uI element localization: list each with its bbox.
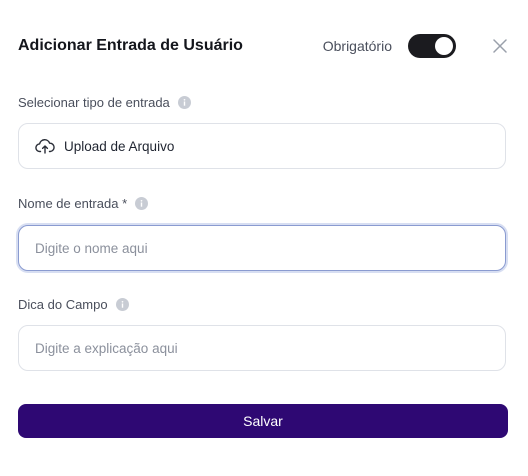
info-icon — [135, 197, 149, 210]
field-hint-label-row: Dica do Campo — [18, 297, 129, 312]
field-hint-label: Dica do Campo — [18, 297, 108, 312]
save-button[interactable]: Salvar — [18, 404, 508, 438]
input-name-label-row: Nome de entrada * — [18, 196, 149, 211]
add-user-input-modal: Adicionar Entrada de Usuário Obrigatório… — [0, 0, 528, 476]
input-type-label-row: Selecionar tipo de entrada — [18, 95, 191, 110]
info-icon — [177, 96, 191, 109]
field-hint-field[interactable] — [19, 326, 505, 370]
field-hint-field-wrapper — [18, 325, 506, 371]
cloud-upload-icon — [35, 138, 55, 154]
toggle-knob — [435, 37, 453, 55]
required-label: Obrigatório — [322, 38, 392, 54]
input-name-field[interactable] — [19, 226, 505, 270]
required-toggle[interactable] — [408, 34, 456, 58]
input-type-label: Selecionar tipo de entrada — [18, 95, 170, 110]
input-type-select[interactable]: Upload de Arquivo — [18, 123, 506, 169]
close-button[interactable] — [492, 38, 508, 54]
input-name-field-wrapper — [18, 225, 506, 271]
info-icon — [115, 298, 129, 311]
modal-title: Adicionar Entrada de Usuário — [18, 37, 243, 54]
input-name-label: Nome de entrada * — [18, 196, 128, 211]
input-type-value: Upload de Arquivo — [64, 138, 175, 154]
modal-header: Adicionar Entrada de Usuário Obrigatório — [18, 28, 508, 64]
close-icon — [493, 39, 507, 53]
